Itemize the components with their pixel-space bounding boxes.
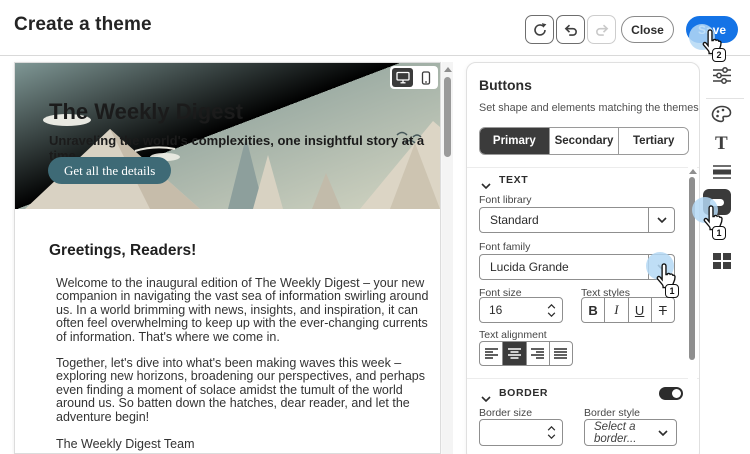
border-size-label: Border size [479,407,533,419]
email-signature: The Weekly Digest Team [56,437,195,452]
align-right-button[interactable] [525,342,549,365]
font-library-value: Standard [490,213,539,227]
button-type-tabs: Primary Secondary Tertiary [479,127,689,155]
rail-item-text[interactable]: T [715,134,728,153]
italic-button[interactable]: I [604,298,627,322]
rail-item-properties[interactable] [712,66,732,90]
bold-button[interactable]: B [582,298,604,322]
align-left-icon [484,348,498,359]
step-badge: 2 [712,48,726,62]
underline-button[interactable]: U [627,298,651,322]
sections-icon [713,165,731,179]
close-button[interactable]: Close [621,16,674,43]
border-toggle[interactable] [659,387,683,400]
align-right-icon [531,348,545,359]
scroll-up-arrow-icon[interactable] [443,67,452,72]
chevron-down-icon[interactable] [658,429,676,436]
strikethrough-button[interactable]: T [650,298,674,322]
newsletter-title: The Weekly Digest [49,99,243,124]
rail-item-design[interactable] [711,105,732,129]
align-justify-button[interactable] [548,342,572,365]
chevron-down-icon[interactable] [648,208,674,232]
palette-icon [711,105,732,123]
mobile-preview-button[interactable] [415,68,436,87]
hero-banner: The Weekly Digest Unraveling the world's… [15,63,440,209]
stepper-down-icon[interactable] [547,434,556,439]
email-paragraph: Welcome to the inaugural edition of The … [56,276,429,344]
panel-subtitle: Set shape and elements matching the them… [479,102,699,114]
rail-divider [706,98,744,99]
email-body: Greetings, Readers! Welcome to the inaug… [15,209,440,451]
desktop-icon [395,71,410,84]
font-size-value: 16 [489,303,503,317]
text-alignment-group [479,341,573,366]
tab-primary[interactable]: Primary [480,128,549,154]
text-section-collapse[interactable] [481,176,491,194]
rail-item-sections[interactable] [712,164,732,185]
border-style-select[interactable]: Select a border... [584,419,677,446]
step-badge: 1 [712,226,726,240]
panel-title: Buttons [479,77,532,93]
redo-icon [595,24,608,36]
desktop-preview-button[interactable] [392,68,413,87]
page-title: Create a theme [14,14,152,35]
font-size-input[interactable]: 16 [479,297,563,323]
create-theme-window: Create a theme Close Save 2 [0,0,750,454]
border-style-placeholder: Select a border... [594,420,637,445]
text-styles-group: B I U T [581,297,675,323]
rail-item-blocks[interactable] [713,253,731,269]
align-center-button[interactable] [502,342,526,365]
chevron-down-icon [481,396,491,403]
border-section-heading: BORDER [499,387,549,399]
font-family-value: Lucida Grande [490,260,569,274]
preview-scrollbar-thumb[interactable] [444,77,451,157]
border-size-input[interactable] [479,419,563,446]
newsletter-cta-button[interactable]: Get all the details [48,157,172,184]
undo-icon [564,24,577,36]
stepper-up-icon[interactable] [547,426,556,431]
tab-secondary[interactable]: Secondary [548,128,619,154]
stepper-down-icon[interactable] [547,311,556,317]
email-paragraph: Together, let's dive into what's been ma… [56,356,425,424]
section-divider [467,167,699,168]
step-badge: 1 [665,284,679,298]
chevron-down-icon [481,183,491,190]
tab-tertiary[interactable]: Tertiary [618,128,688,154]
header-divider [0,55,750,56]
email-greeting: Greetings, Readers! [49,242,197,259]
text-section-heading: TEXT [499,174,529,186]
align-left-button[interactable] [480,342,502,365]
text-alignment-label: Text alignment [479,329,547,341]
blocks-icon [713,253,721,260]
stepper-up-icon[interactable] [547,303,556,309]
sliders-icon [713,67,731,84]
align-justify-icon [554,348,568,359]
reset-icon [533,22,546,36]
theme-tools-rail: T [700,56,750,454]
email-preview: The Weekly Digest Unraveling the world's… [14,62,441,454]
align-center-icon [507,348,521,359]
toggle-knob [672,389,681,398]
redo-button[interactable] [587,15,616,44]
scroll-up-arrow-icon[interactable] [688,169,697,174]
reset-button[interactable] [525,15,554,44]
device-toggle [390,66,438,89]
font-family-label: Font family [479,241,531,253]
section-divider [467,378,699,379]
border-style-label: Border style [584,407,641,419]
preview-scrollbar[interactable] [442,62,453,454]
undo-button[interactable] [556,15,585,44]
font-library-label: Font library [479,194,532,206]
border-section-collapse[interactable] [481,389,491,407]
font-library-select[interactable]: Standard [479,207,675,233]
mobile-icon [421,70,430,85]
